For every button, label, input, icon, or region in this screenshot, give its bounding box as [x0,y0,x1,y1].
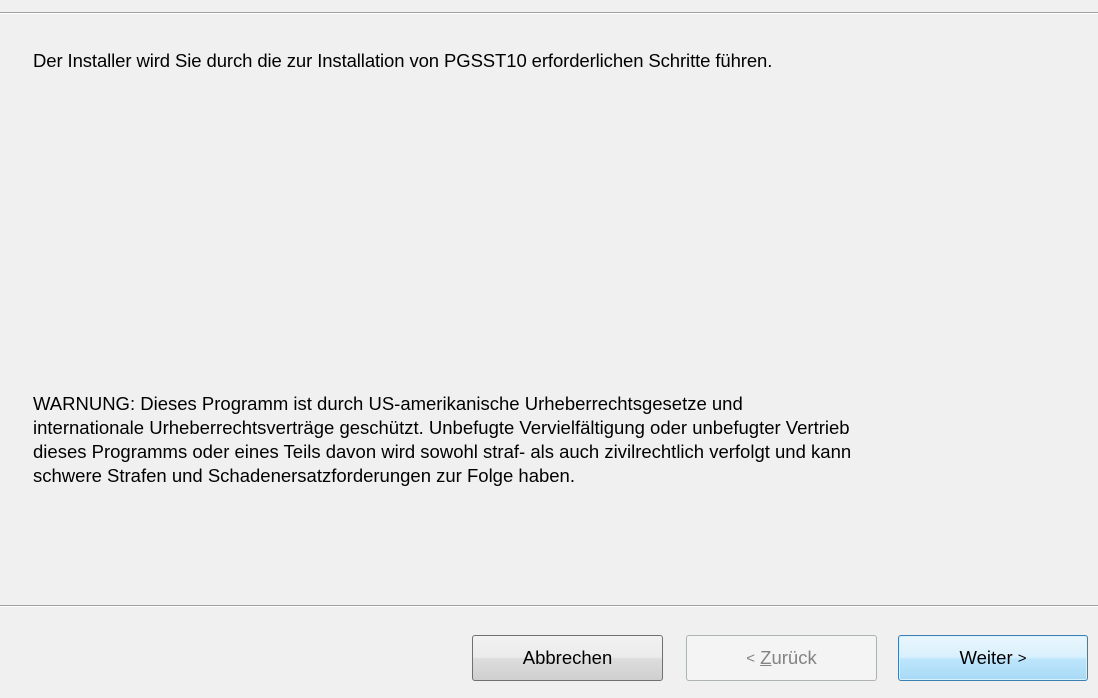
back-button-mnemonic: Z [760,647,772,668]
wizard-content: Der Installer wird Sie durch die zur Ins… [0,13,1098,603]
cancel-button-label: Abbrechen [522,647,613,668]
next-button[interactable]: Weiter > [898,635,1088,681]
intro-text: Der Installer wird Sie durch die zur Ins… [33,50,773,71]
cancel-button[interactable]: Abbrechen [472,635,663,681]
back-button[interactable]: < Zurück [686,635,877,681]
bottom-separator [0,605,1098,607]
warning-line: WARNUNG: Dieses Programm ist durch US-am… [33,393,743,414]
back-button-label: urück [771,647,817,668]
warning-line: dieses Programms oder eines Teils davon … [33,441,852,462]
next-button-label: Weiter [959,647,1013,668]
warning-line: schwere Strafen und Schadenersatzforderu… [33,465,575,486]
next-arrow-icon: > [1017,649,1027,667]
warning-line: internationale Urheberrechtsverträge ges… [33,417,850,438]
back-arrow-icon: < [746,649,756,667]
copyright-warning: WARNUNG: Dieses Programm ist durch US-am… [33,392,1073,488]
